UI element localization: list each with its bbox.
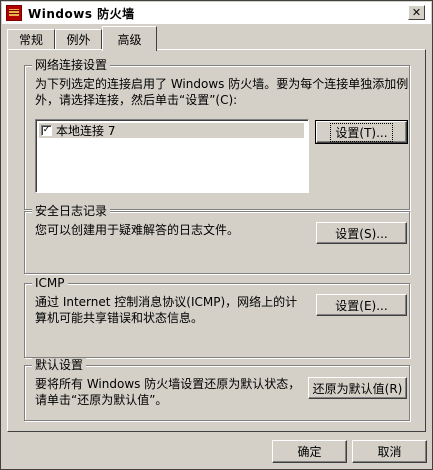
tab-advanced[interactable]: 高级 xyxy=(102,26,157,51)
restore-defaults-button[interactable]: 还原为默认值(R) xyxy=(308,377,407,399)
security-logging-group: 安全日志记录 您可以创建用于疑难解答的日志文件。 设置(S)... xyxy=(24,204,410,274)
icmp-settings-label: 设置(E)... xyxy=(335,298,388,313)
default-settings-description: 要将所有 Windows 防火墙设置还原为默认状态， 请单击“还原为默认值”。 xyxy=(35,377,301,407)
tab-exceptions-label: 例外 xyxy=(66,33,91,47)
security-logging-description: 您可以创建用于疑难解答的日志文件。 xyxy=(35,223,240,237)
firewall-dialog: Windows 防火墙 ✕ 常规 例外 高级 网络连接设置 为下列选定的连接启用… xyxy=(0,0,433,470)
connection-settings-label: 设置(T)... xyxy=(330,122,393,142)
checkmark-icon: ✓ xyxy=(42,125,51,135)
title-bar[interactable]: Windows 防火墙 ✕ xyxy=(2,2,431,24)
close-button[interactable]: ✕ xyxy=(408,5,425,20)
tab-general[interactable]: 常规 xyxy=(7,29,55,49)
tab-exceptions[interactable]: 例外 xyxy=(55,29,102,49)
close-icon: ✕ xyxy=(411,6,422,19)
connection-checkbox[interactable]: ✓ xyxy=(41,125,52,136)
default-settings-group: 默认设置 要将所有 Windows 防火墙设置还原为默认状态， 请单击“还原为默… xyxy=(24,358,410,421)
network-settings-description: 为下列选定的连接启用了 Windows 防火墙。要为每个连接单独添加例 外，请选… xyxy=(35,77,409,107)
logging-settings-label: 设置(S)... xyxy=(335,226,388,241)
icmp-title: ICMP xyxy=(32,276,68,290)
icmp-settings-button[interactable]: 设置(E)... xyxy=(316,294,407,316)
window-title: Windows 防火墙 xyxy=(28,6,135,21)
icmp-description: 通过 Internet 控制消息协议(ICMP)，网络上的计 算机可能共享错误和… xyxy=(35,295,298,325)
connections-list[interactable]: ✓ 本地连接 7 xyxy=(35,119,309,193)
ok-button[interactable]: 确定 xyxy=(272,440,347,463)
cancel-label: 取消 xyxy=(377,445,402,459)
firewall-icon xyxy=(6,5,22,21)
tab-advanced-label: 高级 xyxy=(117,32,142,47)
default-settings-title: 默认设置 xyxy=(32,358,87,372)
cancel-button[interactable]: 取消 xyxy=(352,440,427,463)
connection-settings-button[interactable]: 设置(T)... xyxy=(315,120,408,144)
icmp-group: ICMP 通过 Internet 控制消息协议(ICMP)，网络上的计 算机可能… xyxy=(24,276,410,358)
ok-label: 确定 xyxy=(297,445,322,459)
advanced-tab-panel: 网络连接设置 为下列选定的连接启用了 Windows 防火墙。要为每个连接单独添… xyxy=(7,49,426,432)
network-settings-title: 网络连接设置 xyxy=(32,58,111,72)
tab-general-label: 常规 xyxy=(18,33,43,47)
logging-settings-button[interactable]: 设置(S)... xyxy=(316,222,407,244)
list-item[interactable]: ✓ 本地连接 7 xyxy=(39,123,304,138)
security-logging-title: 安全日志记录 xyxy=(32,204,111,218)
connection-label: 本地连接 7 xyxy=(56,124,116,138)
network-settings-group: 网络连接设置 为下列选定的连接启用了 Windows 防火墙。要为每个连接单独添… xyxy=(24,58,410,210)
restore-defaults-label: 还原为默认值(R) xyxy=(312,381,403,396)
